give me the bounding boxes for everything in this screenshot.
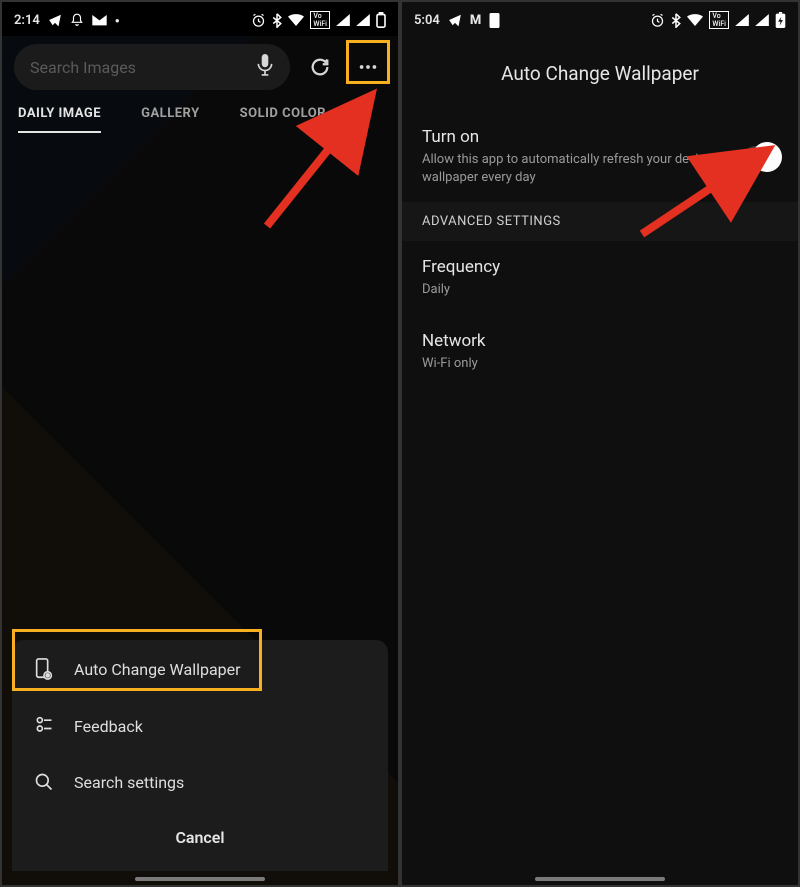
- phone-gear-icon: [34, 658, 54, 680]
- overflow-menu-icon[interactable]: [350, 49, 386, 85]
- telegram-icon: [48, 13, 62, 27]
- search-input[interactable]: Search Images: [14, 44, 290, 90]
- mic-icon[interactable]: [256, 54, 274, 80]
- page-title: Auto Change Wallpaper: [402, 36, 798, 111]
- status-bar: 2:14 ● VoWiFi: [2, 2, 398, 36]
- turn-on-row[interactable]: Turn on Allow this app to automatically …: [402, 111, 798, 202]
- dot-icon: ●: [115, 16, 120, 25]
- network-row[interactable]: Network Wi-Fi only: [402, 315, 798, 389]
- refresh-icon[interactable]: [302, 49, 338, 85]
- frequency-row[interactable]: Frequency Daily: [402, 241, 798, 315]
- signal-icon: [755, 14, 769, 26]
- m-icon: M: [470, 13, 481, 28]
- phone-small-icon: [489, 13, 500, 28]
- bluetooth-icon: [272, 13, 282, 28]
- tab-daily-image[interactable]: DAILY IMAGE: [18, 106, 101, 133]
- search-placeholder: Search Images: [30, 58, 136, 77]
- signal-icon: [735, 14, 749, 26]
- overflow-menu-sheet: Auto Change Wallpaper Feedback Search se…: [12, 640, 388, 871]
- network-label: Network: [422, 331, 486, 351]
- clock: 2:14: [14, 13, 40, 28]
- wifi-icon: [687, 14, 703, 26]
- alarm-icon: [251, 13, 266, 28]
- left-screenshot: 2:14 ● VoWiFi Search Images: [0, 0, 400, 887]
- wifi-icon: [288, 14, 304, 26]
- tab-gallery[interactable]: GALLERY: [141, 106, 200, 133]
- feedback-icon: [34, 716, 54, 736]
- tab-solid-color[interactable]: SOLID COLOR: [240, 106, 326, 133]
- menu-item-label: Search settings: [74, 773, 184, 792]
- mail-icon: [92, 14, 107, 26]
- menu-item-label: Auto Change Wallpaper: [74, 660, 241, 679]
- menu-item-label: Feedback: [74, 717, 143, 736]
- menu-auto-change-wallpaper[interactable]: Auto Change Wallpaper: [12, 640, 388, 698]
- wifi-box-icon: VoWiFi: [709, 11, 729, 29]
- search-icon: [34, 772, 54, 792]
- alarm-icon: [650, 13, 665, 28]
- menu-search-settings[interactable]: Search settings: [12, 754, 388, 810]
- cancel-button[interactable]: Cancel: [12, 810, 388, 871]
- status-bar: 5:04 M VoWiFi: [402, 2, 798, 36]
- telegram-icon: [448, 13, 462, 27]
- battery-bolt-icon: [775, 12, 786, 28]
- home-indicator[interactable]: [135, 877, 265, 881]
- turn-on-label: Turn on: [422, 127, 744, 147]
- clock: 5:04: [414, 13, 440, 28]
- right-screenshot: 5:04 M VoWiFi Auto Change Wallpaper Turn…: [400, 0, 800, 887]
- bluetooth-icon: [671, 13, 681, 28]
- tabs: DAILY IMAGE GALLERY SOLID COLOR: [2, 98, 398, 133]
- signal-icon: [336, 14, 350, 26]
- home-indicator[interactable]: [535, 877, 665, 881]
- frequency-value: Daily: [422, 281, 500, 299]
- bell-icon: [70, 13, 84, 27]
- turn-on-toggle[interactable]: [744, 146, 778, 168]
- signal-icon: [356, 14, 370, 26]
- frequency-label: Frequency: [422, 257, 500, 277]
- advanced-settings-header: ADVANCED SETTINGS: [402, 202, 798, 241]
- network-value: Wi-Fi only: [422, 355, 486, 373]
- battery-outline-icon: [376, 12, 386, 28]
- menu-feedback[interactable]: Feedback: [12, 698, 388, 754]
- turn-on-desc: Allow this app to automatically refresh …: [422, 151, 744, 186]
- wifi-box-icon: VoWiFi: [310, 11, 330, 29]
